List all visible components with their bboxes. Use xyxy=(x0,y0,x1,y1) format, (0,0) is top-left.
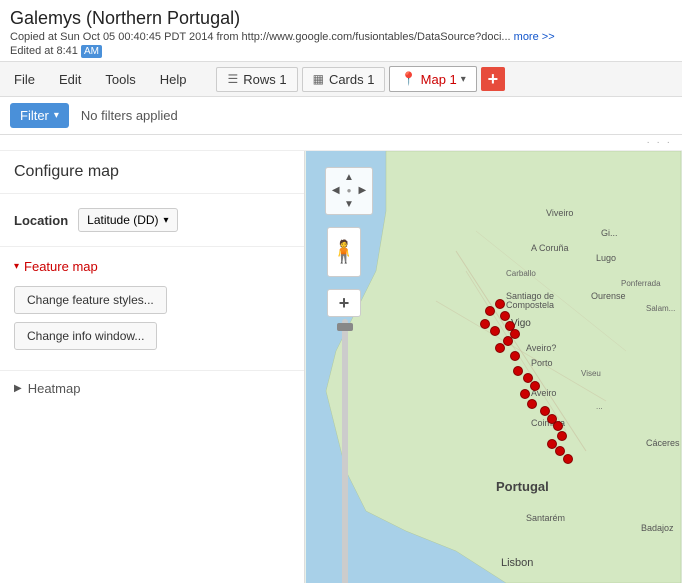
copied-text: Copied at Sun Oct 05 00:40:45 PDT 2014 f… xyxy=(10,31,514,43)
svg-text:Viseu: Viseu xyxy=(581,369,601,378)
map-pin xyxy=(510,351,520,361)
svg-text:Santarém: Santarém xyxy=(526,513,565,523)
map-pin xyxy=(513,366,523,376)
configure-map-header: Configure map xyxy=(0,151,304,194)
location-row: Location Latitude (DD) ▾ xyxy=(0,194,304,247)
svg-text:Aveiro?: Aveiro? xyxy=(526,343,556,353)
edited-line: Edited at 8:41 AM xyxy=(10,45,672,57)
menu-edit[interactable]: Edit xyxy=(55,70,85,89)
map-pin xyxy=(480,319,490,329)
person-icon: 🧍 xyxy=(330,239,357,265)
svg-text:Salam...: Salam... xyxy=(646,304,675,313)
map-pin xyxy=(490,326,500,336)
tab-map-label: Map 1 xyxy=(421,72,457,87)
map-pin xyxy=(485,306,495,316)
map-pin xyxy=(553,421,563,431)
location-dropdown[interactable]: Latitude (DD) ▾ xyxy=(78,208,177,232)
map-pin xyxy=(495,343,505,353)
cards-icon: ▦ xyxy=(313,72,324,86)
nav-blank3 xyxy=(329,198,342,211)
zoom-in-button[interactable]: + xyxy=(327,289,361,317)
map-panel: Viveiro Gi... A Coruña Lugo Carballo Pon… xyxy=(305,151,682,583)
header: Galemys (Northern Portugal) Copied at Su… xyxy=(0,0,682,62)
map-pin xyxy=(500,311,510,321)
nav-center[interactable]: ● xyxy=(342,184,355,197)
nav-down[interactable]: ▼ xyxy=(342,198,355,211)
map-pin xyxy=(530,381,540,391)
filter-button[interactable]: Filter ▾ xyxy=(10,103,69,128)
svg-text:Portugal: Portugal xyxy=(496,479,549,494)
tab-rows[interactable]: ☰ Rows 1 xyxy=(216,67,297,92)
map-pin xyxy=(557,431,567,441)
page-title: Galemys (Northern Portugal) xyxy=(10,8,672,29)
more-link[interactable]: more >> xyxy=(514,31,555,43)
feature-map-label: Feature map xyxy=(24,259,98,274)
filter-chevron: ▾ xyxy=(54,110,59,121)
nav-blank2 xyxy=(356,171,369,184)
heatmap-triangle: ▶ xyxy=(14,383,22,394)
nav-blank4 xyxy=(356,198,369,211)
am-badge: AM xyxy=(81,45,102,58)
map-pin xyxy=(503,336,513,346)
heatmap-section: ▶ Heatmap xyxy=(0,370,304,406)
feature-map-triangle: ▾ xyxy=(14,261,19,272)
svg-text:...: ... xyxy=(596,402,603,411)
menu-tools[interactable]: Tools xyxy=(101,70,139,89)
tab-map[interactable]: 📍 Map 1 ▾ xyxy=(389,66,476,92)
svg-text:Cáceres: Cáceres xyxy=(646,438,680,448)
zoom-track xyxy=(342,319,348,583)
edited-text: Edited at 8:41 xyxy=(10,45,81,57)
change-feature-styles-button[interactable]: Change feature styles... xyxy=(14,286,167,314)
tab-cards-label: Cards 1 xyxy=(329,72,375,87)
tab-rows-label: Rows 1 xyxy=(243,72,286,87)
collapse-dots: · · · xyxy=(0,135,682,151)
filter-status: No filters applied xyxy=(81,108,178,123)
svg-text:Compostela: Compostela xyxy=(506,300,554,310)
svg-text:A Coruña: A Coruña xyxy=(531,243,569,253)
svg-text:Porto: Porto xyxy=(531,358,553,368)
pin-icon: 📍 xyxy=(400,71,416,87)
location-dropdown-label: Latitude (DD) xyxy=(87,213,158,227)
menu-file[interactable]: File xyxy=(10,70,39,89)
feature-map-title: ▾ Feature map xyxy=(14,259,290,274)
nav-up[interactable]: ▲ xyxy=(342,171,355,184)
map-background: Viveiro Gi... A Coruña Lugo Carballo Pon… xyxy=(305,151,682,583)
nav-right[interactable]: ▶ xyxy=(356,184,369,197)
map-pin xyxy=(563,454,573,464)
change-info-window-button[interactable]: Change info window... xyxy=(14,322,157,350)
filterbar: Filter ▾ No filters applied xyxy=(0,97,682,135)
nav-left[interactable]: ◀ xyxy=(329,184,342,197)
svg-text:Carballo: Carballo xyxy=(506,269,536,278)
svg-text:Ourense: Ourense xyxy=(591,291,626,301)
street-view-control[interactable]: 🧍 xyxy=(327,227,361,277)
tab-cards[interactable]: ▦ Cards 1 xyxy=(302,67,386,92)
svg-text:Lugo: Lugo xyxy=(596,253,616,263)
zoom-slider-thumb[interactable] xyxy=(337,323,353,331)
svg-text:Ponferrada: Ponferrada xyxy=(621,279,661,288)
map-pin xyxy=(520,389,530,399)
nav-blank xyxy=(329,171,342,184)
location-label: Location xyxy=(14,213,68,228)
menu-help[interactable]: Help xyxy=(156,70,191,89)
tab-map-chevron: ▾ xyxy=(461,74,466,85)
svg-text:Lisbon: Lisbon xyxy=(501,557,533,569)
location-dropdown-chevron: ▾ xyxy=(164,215,169,226)
menubar: File Edit Tools Help ☰ Rows 1 ▦ Cards 1 … xyxy=(0,62,682,97)
add-tab-button[interactable]: + xyxy=(481,67,505,91)
map-nav-control[interactable]: ▲ ◀ ● ▶ ▼ xyxy=(325,167,373,215)
map-pin xyxy=(527,399,537,409)
svg-text:Gi...: Gi... xyxy=(601,228,618,238)
feature-map-section: ▾ Feature map Change feature styles... C… xyxy=(0,247,304,370)
rows-icon: ☰ xyxy=(227,72,238,86)
map-pin xyxy=(495,299,505,309)
svg-text:Viveiro: Viveiro xyxy=(546,208,573,218)
filter-label: Filter xyxy=(20,108,49,123)
main-content: Configure map Location Latitude (DD) ▾ ▾… xyxy=(0,151,682,583)
heatmap-title[interactable]: ▶ Heatmap xyxy=(14,381,290,396)
zoom-in-label: + xyxy=(339,293,350,314)
heatmap-label: Heatmap xyxy=(28,381,81,396)
copied-line: Copied at Sun Oct 05 00:40:45 PDT 2014 f… xyxy=(10,31,672,43)
svg-text:Badajoz: Badajoz xyxy=(641,523,674,533)
left-panel: Configure map Location Latitude (DD) ▾ ▾… xyxy=(0,151,305,583)
